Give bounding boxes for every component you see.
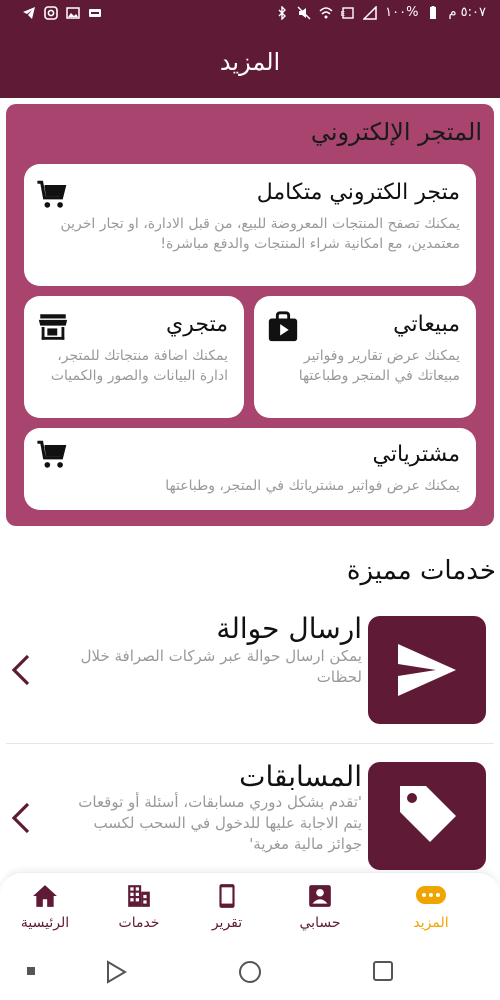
battery-icon: [430, 5, 437, 19]
bluetooth-icon: [278, 5, 287, 20]
instagram-icon: [44, 6, 58, 20]
page-title: المزيد: [219, 48, 281, 76]
send-transfer-title: ارسال حوالة: [216, 612, 362, 645]
nav-services-label: خدمات: [118, 915, 160, 931]
telegram-icon: [23, 7, 35, 19]
battery-level: %١٠٠: [385, 5, 419, 20]
store-section-title: المتجر الإلكتروني: [310, 118, 482, 146]
bottom-navigation: الرئيسية خدمات تقرير حسابي المزيد: [0, 872, 500, 940]
voicemail-icon: [89, 9, 101, 17]
shopping-cart-icon: [37, 180, 67, 208]
wifi-icon: [319, 6, 333, 18]
featured-services-title: خدمات مميزة: [346, 556, 496, 586]
nav-account-label: حسابي: [299, 915, 341, 931]
my-purchases-card[interactable]: مشترياتي يمكنك عرض فواتير مشترياتك في ال…: [24, 428, 476, 510]
my-store-desc: يمكنك اضافة منتجاتك للمتجر، ادارة البيان…: [50, 348, 228, 384]
account-icon: [309, 885, 331, 907]
nav-more-label: المزيد: [413, 915, 449, 931]
nav-report-label: تقرير: [211, 915, 243, 931]
nav-account[interactable]: حسابي: [275, 883, 365, 931]
my-purchases-desc: يمكنك عرض فواتير مشترياتك في المتجر، وطب…: [165, 478, 460, 494]
chevron-left-icon[interactable]: [10, 802, 34, 834]
my-store-title: متجري: [166, 312, 228, 337]
system-navigation-bar: [0, 940, 500, 1000]
shopping-cart-icon: [37, 440, 67, 468]
status-time: ٥:٠٧ م: [448, 5, 486, 20]
full-store-title: متجر الكتروني متكامل: [256, 180, 460, 205]
my-store-card[interactable]: متجري يمكنك اضافة منتجاتك للمتجر، ادارة …: [24, 296, 244, 418]
svg-text:LTE: LTE: [341, 10, 345, 18]
app-header: ٥:٠٧ م %١٠٠ LTE المزيد: [0, 0, 500, 98]
competitions-title: المسابقات: [239, 760, 362, 793]
nav-report[interactable]: تقرير: [182, 883, 272, 931]
divider: [6, 743, 494, 744]
mute-icon: [297, 6, 311, 19]
my-purchases-title: مشترياتي: [372, 442, 460, 467]
gallery-icon: [66, 7, 80, 19]
status-bar: ٥:٠٧ م %١٠٠ LTE: [0, 0, 500, 30]
my-sales-desc: يمكنك عرض تقارير وفواتير مبيعاتك في المت…: [298, 348, 460, 384]
building-icon: [128, 885, 150, 907]
menu-dot-icon[interactable]: [26, 966, 36, 976]
recents-icon[interactable]: [372, 960, 394, 982]
nav-services[interactable]: خدمات: [94, 883, 184, 931]
send-transfer-item[interactable]: ارسال حوالة يمكن ارسال حوالة عبر شركات ا…: [6, 612, 494, 732]
send-transfer-desc: يمكن ارسال حوالة عبر شركات الصرافة خلال …: [80, 647, 362, 686]
store-section: المتجر الإلكتروني متجر الكتروني متكامل ي…: [6, 104, 494, 526]
home-circle-icon[interactable]: [238, 960, 262, 984]
nav-home[interactable]: الرئيسية: [0, 883, 90, 931]
competitions-desc: 'تقدم بشكل دوري مسابقات، أسئلة أو توقعات…: [78, 793, 362, 853]
phone-icon: [219, 884, 235, 908]
more-icon: [416, 886, 446, 904]
full-store-card[interactable]: متجر الكتروني متكامل يمكنك تصفح المنتجات…: [24, 164, 476, 286]
back-icon[interactable]: [104, 960, 128, 984]
home-icon: [33, 885, 57, 907]
send-icon: [398, 644, 456, 696]
data-icon: LTE: [341, 6, 354, 19]
signal-icon: [363, 5, 377, 20]
my-sales-title: مبيعاتي: [393, 312, 460, 337]
nav-more[interactable]: المزيد: [386, 883, 476, 931]
tag-icon: [400, 786, 456, 842]
competitions-item[interactable]: المسابقات 'تقدم بشكل دوري مسابقات، أسئلة…: [6, 760, 494, 880]
storefront-icon: [38, 314, 68, 340]
full-store-desc: يمكنك تصفح المنتجات المعروضة للبيع، من ق…: [60, 216, 460, 252]
competitions-tile: [368, 762, 486, 870]
my-sales-card[interactable]: مبيعاتي يمكنك عرض تقارير وفواتير مبيعاتك…: [254, 296, 476, 418]
shopping-bag-icon: [268, 311, 298, 342]
send-transfer-tile: [368, 616, 486, 724]
nav-home-label: الرئيسية: [20, 915, 70, 931]
chevron-left-icon[interactable]: [10, 654, 34, 686]
